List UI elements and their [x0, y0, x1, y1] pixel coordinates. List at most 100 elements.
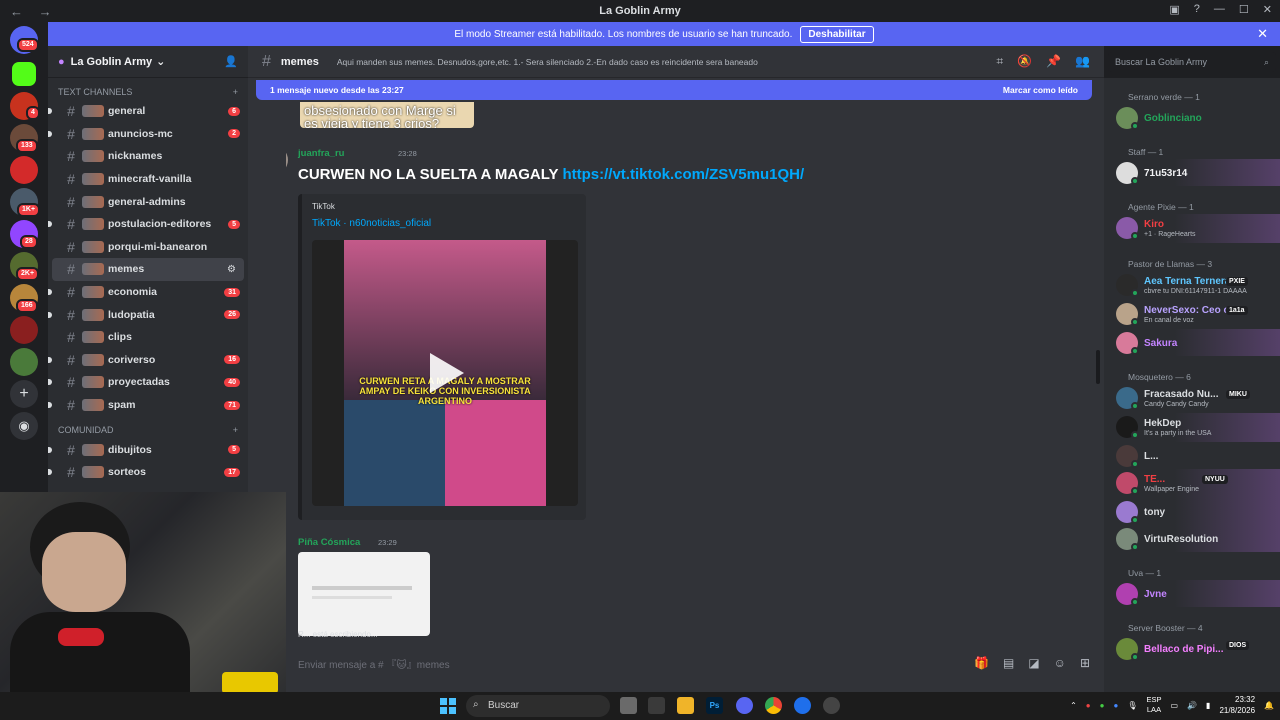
play-icon[interactable] [430, 353, 464, 393]
member-item[interactable]: Bellaco de Pipi... DIOS [1104, 635, 1280, 662]
close-button[interactable]: ✕ [1263, 3, 1272, 16]
mic-icon[interactable]: 🎙 [1127, 701, 1137, 710]
inbox-icon[interactable]: ▣ [1169, 3, 1179, 16]
member-item[interactable]: Aea Terna Ternera cbvre tu DNI:61147911-1… [1104, 271, 1280, 300]
video-thumbnail[interactable]: CURWEN RETA A MAGALY A MOSTRAR AMPAY DE … [312, 240, 578, 506]
tray-icon[interactable]: ● [1113, 701, 1118, 710]
server-kick-icon[interactable] [10, 60, 38, 88]
embed-author[interactable]: TikTok · n60noticias_oficial [312, 218, 431, 229]
channel-economia[interactable]: # economia 31 [48, 281, 248, 304]
channel-topic[interactable]: Aqui manden sus memes. Desnudos,gore,etc… [337, 57, 957, 67]
previous-image-message[interactable]: obsesionado con Marge si es vieja y tien… [300, 102, 474, 128]
tray-icon[interactable]: ● [1100, 701, 1105, 710]
maximize-button[interactable]: ☐ [1239, 3, 1249, 16]
scrollbar-thumb[interactable] [1096, 350, 1100, 384]
channel-proyectadas[interactable]: # proyectadas 40 [48, 371, 248, 394]
unread-indicator [48, 402, 52, 409]
pin-icon[interactable]: 📌 [1046, 54, 1061, 69]
chrome-icon[interactable] [765, 697, 782, 714]
member-name: Bellaco de Pipi... [1144, 644, 1224, 655]
server-icon[interactable] [10, 348, 38, 376]
category-community[interactable]: COMUNIDAD + [48, 422, 248, 438]
language-indicator[interactable]: ESP LAA [1146, 695, 1161, 715]
message-input[interactable]: Enviar mensaje a # 『🐱』memes [298, 656, 450, 671]
channel-minecraft-vanilla[interactable]: # minecraft-vanilla [48, 168, 248, 191]
threads-icon[interactable]: ⌗ [996, 54, 1003, 69]
help-icon[interactable]: ? [1194, 3, 1200, 16]
close-icon[interactable]: ✕ [1257, 26, 1268, 42]
add-member-icon[interactable]: 👤 [224, 55, 238, 68]
message-composer: Enviar mensaje a # 『🐱』memes 🎁 ▤ ◪ ☺ ⊞ [286, 646, 1104, 680]
channel-dibujitos[interactable]: # dibujitos 5 [48, 438, 248, 461]
message-author[interactable]: Piña Cósmica [298, 537, 360, 548]
apps-icon[interactable]: ⊞ [1080, 656, 1090, 670]
search-input[interactable]: Buscar La Goblin Army ⌕ [1108, 52, 1276, 72]
member-item[interactable]: tony [1104, 498, 1280, 525]
chevron-up-icon[interactable]: ⌃ [1070, 701, 1077, 710]
emoji-icon[interactable]: ☺ [1054, 656, 1066, 670]
member-item[interactable]: TE... Wallpaper Engine NYUU [1104, 469, 1280, 498]
new-messages-bar[interactable]: 1 mensaje nuevo desde las 23:27 Marcar c… [256, 80, 1092, 100]
server-icon[interactable] [10, 156, 38, 184]
channel-anuncios-mc[interactable]: # anuncios-mc 2 [48, 123, 248, 146]
channel-porqui-mi-banearon[interactable]: # porqui-mi-banearon [48, 236, 248, 259]
tray-icon[interactable]: ● [1086, 701, 1091, 710]
notifications-icon[interactable]: 🔔 [1264, 701, 1274, 710]
member-item[interactable]: NeverSexo: Ceo o... En canal de voz 1a1a [1104, 300, 1280, 329]
disable-streamer-button[interactable]: Deshabilitar [800, 25, 874, 43]
members-icon[interactable]: 👥 [1075, 54, 1090, 69]
avatar[interactable] [286, 146, 288, 174]
member-item[interactable]: Goblinciano [1104, 104, 1280, 131]
gif-icon[interactable]: ▤ [1003, 656, 1014, 670]
category-text-channels[interactable]: Text Channels + [48, 84, 248, 100]
message-link[interactable]: https://vt.tiktok.com/ZSV5mu1QH/ [562, 166, 804, 183]
photoshop-icon[interactable]: Ps [706, 697, 723, 714]
add-server-icon[interactable]: + [10, 380, 38, 408]
channel-settings-icon[interactable]: ⚙ [227, 264, 236, 275]
discord-icon[interactable] [736, 697, 753, 714]
file-explorer-icon[interactable] [677, 697, 694, 714]
message-author[interactable]: juanfra_ru [298, 148, 344, 159]
channel-nicknames[interactable]: # nicknames [48, 145, 248, 168]
task-view-icon[interactable] [620, 697, 637, 714]
channel-general[interactable]: # general 6 [48, 100, 248, 123]
channel-coriverso[interactable]: # coriverso 16 [48, 349, 248, 372]
channel-clips[interactable]: # clips [48, 326, 248, 349]
member-item[interactable]: Jvne [1104, 580, 1280, 607]
member-item[interactable]: Sakura [1104, 329, 1280, 356]
app-icon[interactable] [794, 697, 811, 714]
channel-spam[interactable]: # spam 71 [48, 394, 248, 417]
member-item[interactable]: Fracasado Nu... Candy Candy Candy MIKU [1104, 384, 1280, 413]
create-channel-icon[interactable]: + [233, 87, 238, 97]
guild-header[interactable]: ● La Goblin Army ⌄ 👤 [48, 46, 248, 78]
create-channel-icon[interactable]: + [233, 425, 238, 435]
server-icon[interactable] [10, 316, 38, 344]
explore-icon[interactable]: ◉ [10, 412, 38, 440]
network-icon[interactable]: ▭ [1171, 701, 1179, 710]
app-icon[interactable] [823, 697, 840, 714]
minimize-button[interactable]: — [1214, 3, 1225, 16]
member-item[interactable]: HekDep It's a party in the USA [1104, 413, 1280, 442]
image-attachment[interactable] [298, 552, 430, 636]
windows-start-icon[interactable] [440, 698, 456, 714]
volume-icon[interactable]: 🔊 [1187, 701, 1197, 710]
battery-icon[interactable]: ▮ [1206, 701, 1210, 710]
channel-postulacion-editores[interactable]: # postulacion-editores 5 [48, 213, 248, 236]
member-item[interactable]: VirtuResolution [1104, 525, 1280, 552]
category-label: Text Channels [58, 87, 133, 97]
channel-memes[interactable]: # memes ⚙ [52, 258, 244, 281]
member-item[interactable]: L... [1104, 442, 1280, 469]
channel-sorteos[interactable]: # sorteos 17 [48, 461, 248, 484]
sticker-icon[interactable]: ◪ [1028, 656, 1039, 670]
gift-icon[interactable]: 🎁 [974, 656, 989, 670]
mark-read-button[interactable]: Marcar como leído [1003, 85, 1078, 95]
clock[interactable]: 23:32 21/8/2026 [1219, 694, 1255, 716]
member-item[interactable]: 71u53r14 [1104, 159, 1280, 186]
member-name: Jvne [1144, 589, 1167, 600]
taskbar-search[interactable]: ⌕ Buscar [466, 695, 610, 717]
app-icon[interactable] [648, 697, 665, 714]
member-item[interactable]: Kiro +1 · RageHearts [1104, 214, 1280, 243]
channel-general-admins[interactable]: # general-admins [48, 190, 248, 213]
channel-ludopatia[interactable]: # ludopatia 26 [48, 303, 248, 326]
mute-icon[interactable]: 🔕 [1017, 54, 1032, 69]
